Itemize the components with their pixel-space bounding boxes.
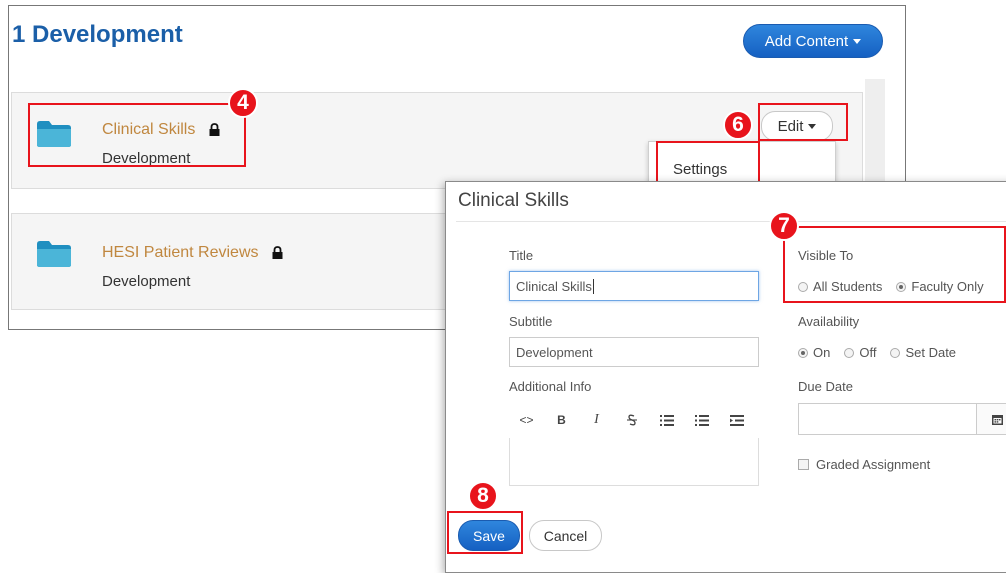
numbered-list-icon[interactable] (684, 402, 719, 438)
due-date-label: Due Date (798, 379, 853, 394)
item-subtitle: Development (102, 273, 191, 290)
radio-dot (798, 347, 808, 358)
subtitle-label: Subtitle (509, 314, 553, 329)
title-input-value: Clinical Skills (516, 278, 592, 294)
bold-icon[interactable]: B (544, 402, 579, 438)
step-marker: 8 (468, 481, 498, 511)
graded-assignment-row[interactable]: Graded Assignment (798, 457, 930, 472)
step-marker: 7 (769, 211, 799, 241)
radio-label: On (813, 345, 831, 360)
radio-label: Off (859, 345, 877, 360)
availability-label: Availability (798, 314, 860, 329)
highlight-save-button (447, 511, 523, 554)
indent-icon[interactable] (719, 402, 754, 438)
add-content-label: Add Content (764, 32, 849, 50)
highlight-edit-button (758, 103, 848, 141)
add-content-button[interactable]: Add Content (743, 24, 883, 58)
radio-on[interactable]: On (798, 345, 830, 360)
step-marker: 4 (228, 88, 258, 118)
title-label: Title (509, 248, 534, 263)
bullet-list-icon[interactable] (649, 402, 684, 438)
dialog-title: Clinical Skills (458, 190, 569, 211)
due-date-input[interactable] (798, 403, 1006, 435)
strikethrough-icon[interactable] (614, 402, 649, 438)
item-title-text: HESI Patient Reviews (102, 244, 259, 261)
graded-assignment-label: Graded Assignment (816, 457, 931, 472)
radio-off[interactable]: Off (844, 345, 876, 360)
additional-info-editor[interactable] (509, 438, 759, 486)
radio-label: Set Date (905, 345, 957, 360)
additional-info-label: Additional Info (509, 379, 592, 394)
radio-dot (844, 347, 855, 358)
title-input[interactable]: Clinical Skills (509, 271, 759, 301)
subtitle-input-value: Development (516, 344, 593, 360)
divider (456, 221, 1006, 222)
chevron-down-icon (853, 38, 862, 44)
page-title: 1 Development (12, 21, 183, 48)
text-cursor (592, 278, 594, 294)
rich-text-toolbar: <> B I (509, 402, 759, 438)
cancel-button[interactable]: Cancel (529, 520, 602, 551)
graded-assignment-checkbox[interactable] (798, 459, 809, 470)
step-marker: 6 (723, 110, 753, 140)
folder-icon (37, 241, 71, 267)
lock-icon (272, 246, 283, 259)
highlight-visible-to (783, 226, 1006, 303)
code-icon[interactable]: <> (509, 402, 544, 438)
availability-radio-group: On Off Set Date (798, 345, 970, 360)
subtitle-input[interactable]: Development (509, 337, 759, 367)
radio-dot (890, 347, 901, 358)
highlight-item-title (28, 103, 246, 167)
radio-set-date[interactable]: Set Date (890, 345, 956, 360)
calendar-icon[interactable] (976, 404, 1006, 434)
item-title-link[interactable]: HESI Patient Reviews (102, 244, 283, 262)
italic-icon[interactable]: I (579, 402, 614, 438)
highlight-settings-item (656, 141, 760, 186)
